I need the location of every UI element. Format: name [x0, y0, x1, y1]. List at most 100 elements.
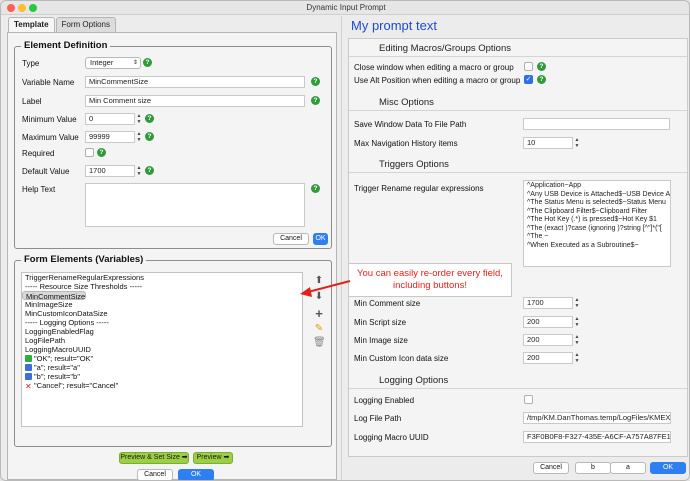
edit-icon[interactable]: ✎ [313, 323, 325, 334]
list-item[interactable]: MinCommentSize [22, 291, 87, 301]
callout-line-2: including buttons! [393, 280, 467, 291]
triggers-options-heading: Triggers Options [379, 159, 449, 170]
close-window-icon[interactable] [7, 4, 15, 12]
nav-history-label: Max Navigation History items [354, 139, 458, 148]
min-image-stepper[interactable]: ▲ ▼ [574, 334, 580, 346]
logging-enabled-checkbox[interactable] [524, 395, 533, 404]
help-icon[interactable]: ? [311, 77, 320, 86]
divider [349, 172, 687, 173]
help-icon[interactable]: ? [145, 166, 154, 175]
trigger-line: ^The Clipboard Filter$~Clipboard Filter [527, 207, 648, 215]
form-elements-title: Form Elements (Variables) [21, 254, 147, 265]
check-icon [25, 355, 32, 362]
tab-form-options[interactable]: Form Options [55, 17, 116, 32]
tab-bar: Template Form Options [8, 17, 117, 33]
help-icon[interactable]: ? [97, 148, 106, 157]
list-item[interactable]: TriggerRenameRegularExpressions [22, 273, 302, 282]
prompt-b-button[interactable]: b [575, 462, 611, 474]
list-item-label: MinCustomIconDataSize [25, 309, 108, 318]
help-icon[interactable]: ? [145, 132, 154, 141]
list-item[interactable]: MinCustomIconDataSize [22, 309, 302, 318]
close-window-checkbox[interactable] [524, 62, 533, 71]
nav-history-field[interactable]: 10 [523, 137, 573, 149]
ok-button[interactable]: OK [178, 469, 214, 480]
log-file-field[interactable]: /tmp/KM.DanThomas.temp/LogFiles/KMEX.lo [523, 412, 671, 424]
minimum-value-field[interactable]: 0 [85, 113, 135, 125]
help-icon[interactable]: ? [311, 96, 320, 105]
callout-line-1: You can easily re-order every field, [357, 268, 503, 279]
preview-button[interactable]: Preview ➡ [193, 452, 233, 464]
default-value-stepper[interactable]: ▲ ▼ [136, 165, 142, 177]
help-icon[interactable]: ? [311, 184, 320, 193]
list-item[interactable]: "b"; result="b" [22, 372, 302, 381]
list-item[interactable]: "a"; result="a" [22, 363, 302, 372]
min-icon-stepper[interactable]: ▲ ▼ [574, 352, 580, 364]
type-select[interactable]: Integer ⇕ [85, 57, 141, 69]
prompt-cancel-button[interactable]: Cancel [533, 462, 569, 474]
prompt-a-button[interactable]: a [610, 462, 646, 474]
trigger-line: ^The (exact )?case (ignoring )?string [^… [527, 224, 662, 232]
min-comment-field[interactable]: 1700 [523, 297, 573, 309]
nav-history-stepper[interactable]: ▲ ▼ [574, 137, 580, 149]
list-item[interactable]: ✕ "Cancel"; result="Cancel" [22, 381, 302, 391]
divider [349, 110, 687, 111]
add-icon[interactable]: + [313, 306, 325, 321]
list-item-label: LogFilePath [25, 336, 66, 345]
button-icon [25, 373, 32, 380]
list-item-label: "b"; result="b" [34, 372, 80, 381]
min-icon-field[interactable]: 200 [523, 352, 573, 364]
form-elements-group: Form Elements (Variables) TriggerRenameR… [14, 254, 332, 447]
preview-pane: My prompt text Editing Macros/Groups Opt… [341, 16, 689, 480]
list-item-label: LoggingEnabledFlag [25, 327, 94, 336]
list-item[interactable]: ----- Resource Size Thresholds ----- [22, 282, 302, 291]
trash-icon[interactable]: 🗑 [313, 337, 326, 348]
logging-options-heading: Logging Options [379, 375, 449, 386]
prompt-ok-button[interactable]: OK [650, 462, 686, 474]
definition-cancel-button[interactable]: Cancel [273, 233, 309, 245]
default-value-field[interactable]: 1700 [85, 165, 135, 177]
save-window-field[interactable] [523, 118, 670, 130]
list-item[interactable]: MinImageSize [22, 300, 302, 309]
trigger-line: ^When Executed as a Subroutine$~ [527, 241, 639, 249]
maximum-value-stepper[interactable]: ▲ ▼ [136, 131, 142, 143]
label-field[interactable]: Min Comment size [85, 95, 305, 107]
preview-and-set-size-button[interactable]: Preview & Set Size ➡ [119, 452, 189, 464]
editor-pane: Template Form Options Element Definition… [4, 16, 338, 480]
divider [349, 388, 687, 389]
definition-ok-button[interactable]: OK [313, 233, 328, 245]
help-text-label: Help Text [22, 185, 56, 194]
list-item-label: MinImageSize [25, 300, 73, 309]
min-comment-stepper[interactable]: ▲ ▼ [574, 297, 580, 309]
misc-options-heading: Misc Options [379, 97, 434, 108]
minimum-value-stepper[interactable]: ▲ ▼ [136, 113, 142, 125]
min-script-stepper[interactable]: ▲ ▼ [574, 316, 580, 328]
min-image-field[interactable]: 200 [523, 334, 573, 346]
min-comment-label: Min Comment size [354, 299, 421, 308]
minimize-window-icon[interactable] [18, 4, 26, 12]
help-icon[interactable]: ? [537, 75, 546, 84]
help-text-area[interactable] [85, 183, 305, 227]
trigger-rename-textarea[interactable]: ^Application~App ^Any USB Device is Attac… [523, 180, 671, 267]
tab-template[interactable]: Template [8, 17, 55, 32]
list-item[interactable]: LoggingMacroUUID [22, 345, 302, 354]
list-item[interactable]: ----- Logging Options ----- [22, 318, 302, 327]
alt-position-checkbox[interactable]: ✓ [524, 75, 533, 84]
variable-name-field[interactable]: MinCommentSize [85, 76, 305, 88]
maximum-value-field[interactable]: 99999 [85, 131, 135, 143]
list-item[interactable]: LogFilePath [22, 336, 302, 345]
help-icon[interactable]: ? [143, 58, 152, 67]
help-icon[interactable]: ? [537, 62, 546, 71]
logging-enabled-label: Logging Enabled [354, 396, 415, 405]
list-item[interactable]: LoggingEnabledFlag [22, 327, 302, 336]
form-elements-list[interactable]: TriggerRenameRegularExpressions ----- Res… [21, 272, 303, 427]
logging-uuid-field[interactable]: F3F0B0F8-F327-435E-A6CF-A757A87FE12 [523, 431, 671, 443]
list-item-label: "a"; result="a" [34, 363, 80, 372]
list-item[interactable]: "OK"; result="OK" [22, 354, 302, 363]
zoom-window-icon[interactable] [29, 4, 37, 12]
cancel-button[interactable]: Cancel [137, 469, 173, 480]
required-checkbox[interactable] [85, 148, 94, 157]
min-script-field[interactable]: 200 [523, 316, 573, 328]
label-label: Label [22, 97, 42, 106]
help-icon[interactable]: ? [145, 114, 154, 123]
trigger-line: ^The Status Menu is selected$~Status Men… [527, 199, 666, 206]
